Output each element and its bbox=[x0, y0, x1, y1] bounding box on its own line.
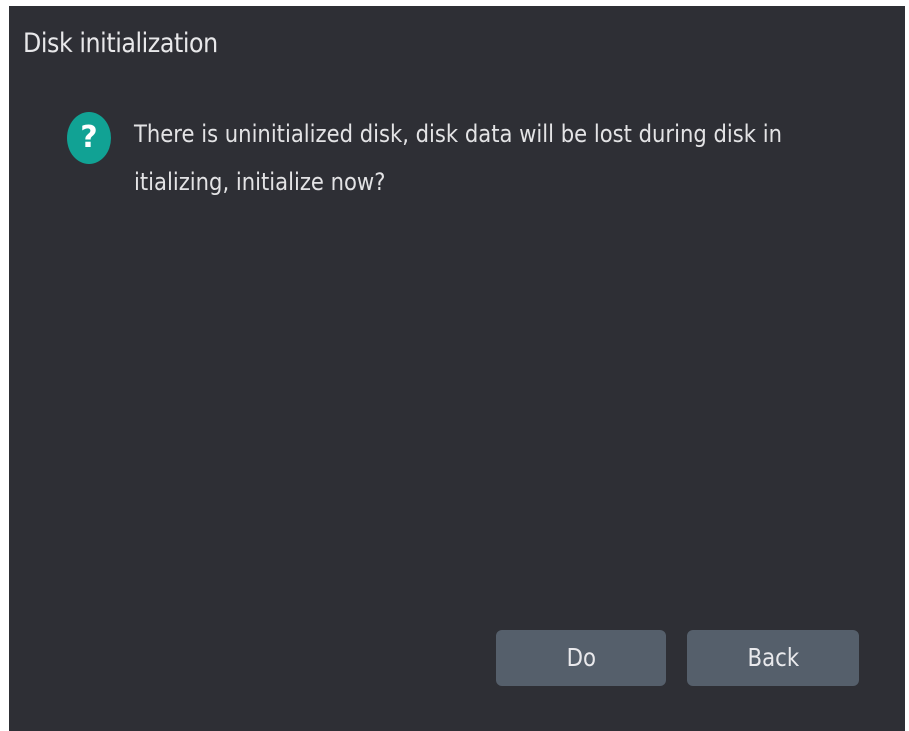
do-button[interactable]: Do bbox=[496, 630, 666, 686]
question-icon: ? bbox=[67, 112, 111, 164]
back-button-label: Back bbox=[747, 643, 799, 672]
do-button-label: Do bbox=[566, 643, 596, 672]
dialog-title: Disk initialization bbox=[23, 28, 218, 59]
back-button[interactable]: Back bbox=[687, 630, 859, 686]
disk-initialization-dialog: Disk initialization ? There is uninitial… bbox=[9, 6, 905, 731]
dialog-message: There is uninitialized disk, disk data w… bbox=[134, 120, 782, 196]
